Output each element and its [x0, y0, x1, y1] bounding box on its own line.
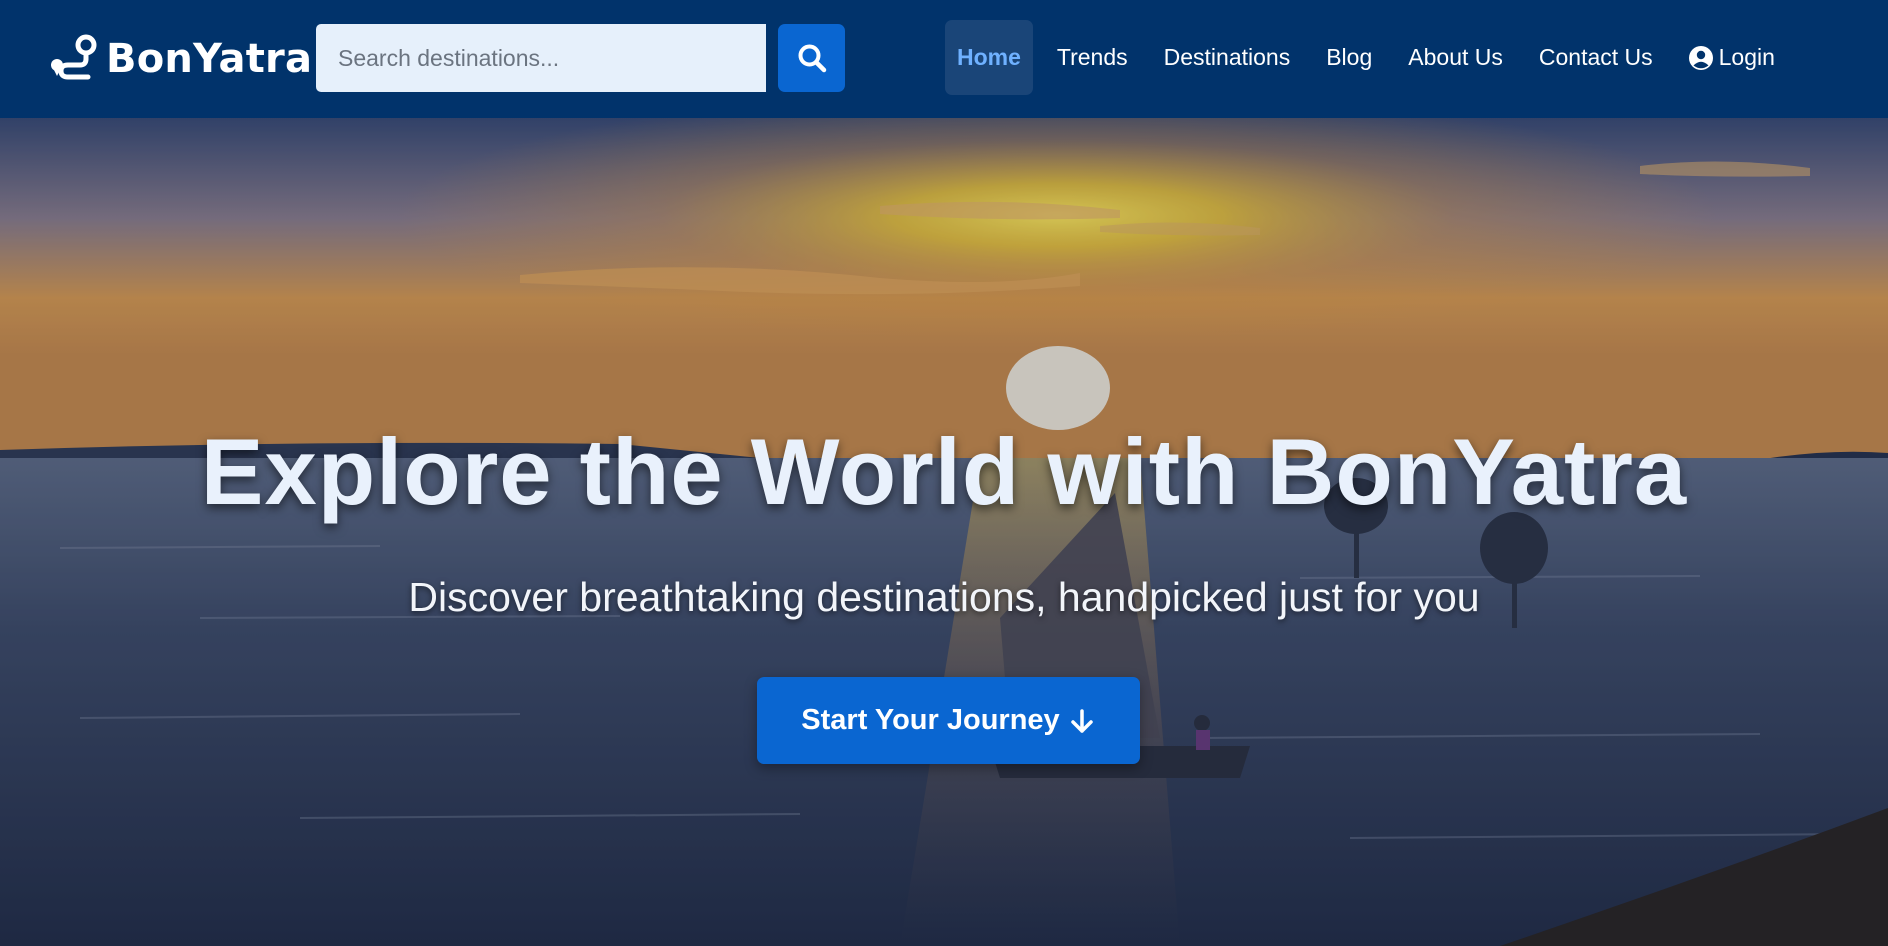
- nav-item-destinations[interactable]: Destinations: [1152, 20, 1303, 95]
- top-navbar: BonYatra Home Trends Destinations Blog A…: [0, 0, 1888, 118]
- login-label: Login: [1718, 44, 1775, 70]
- brand-name: BonYatra: [106, 36, 313, 82]
- login-link[interactable]: Login: [1677, 20, 1787, 95]
- hero-title: Explore the World with BonYatra: [200, 419, 1688, 524]
- nav-item-home[interactable]: Home: [945, 20, 1033, 95]
- start-journey-label: Start Your Journey: [801, 704, 1060, 736]
- nav-item-contact-us[interactable]: Contact Us: [1527, 20, 1665, 95]
- hero-overlay: [0, 118, 1888, 946]
- main-nav: Home Trends Destinations Blog About Us C…: [945, 20, 1799, 95]
- nav-item-about-us[interactable]: About Us: [1396, 20, 1515, 95]
- start-journey-button[interactable]: Start Your Journey: [757, 677, 1140, 764]
- nav-item-blog[interactable]: Blog: [1314, 20, 1384, 95]
- route-pin-icon: [51, 34, 97, 80]
- brand-logo-link[interactable]: BonYatra: [46, 32, 312, 86]
- hero-subtitle: Discover breathtaking destinations, hand…: [408, 574, 1480, 620]
- search-button[interactable]: [778, 24, 845, 92]
- search-input[interactable]: [316, 24, 766, 92]
- nav-item-trends[interactable]: Trends: [1045, 20, 1140, 95]
- search-icon: [798, 44, 826, 73]
- user-circle-icon: [1688, 45, 1713, 70]
- hero-section: Explore the World with BonYatra Discover…: [0, 118, 1888, 946]
- arrow-down-icon: [1070, 708, 1093, 733]
